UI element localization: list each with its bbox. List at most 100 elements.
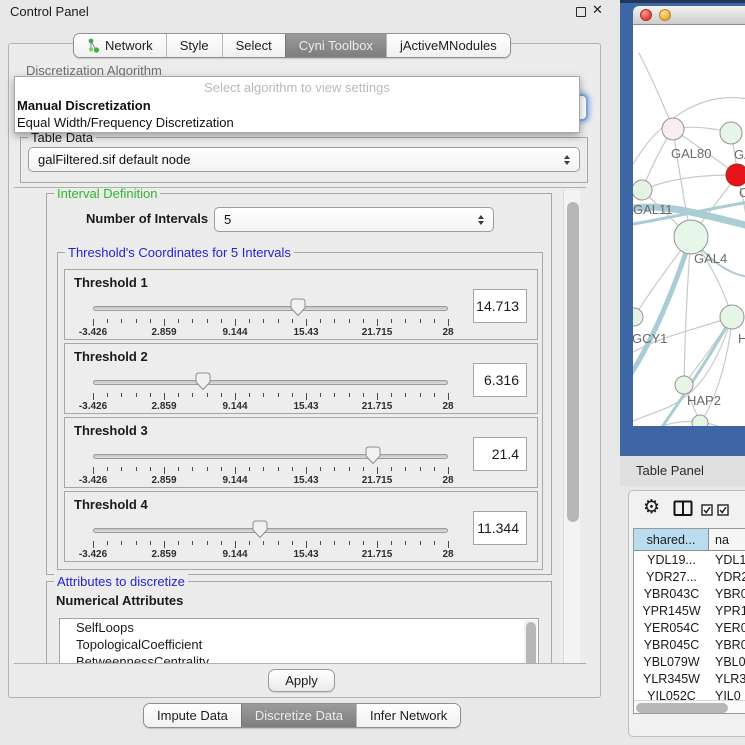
- table-cell[interactable]: YBR0: [709, 636, 745, 653]
- dropdown-item-equal-width-frequency[interactable]: Equal Width/Frequency Discretization: [17, 115, 234, 130]
- table-row[interactable]: YDR27...YDR2: [634, 568, 745, 585]
- table-row[interactable]: YLR345WYLR3: [634, 670, 745, 687]
- threshold-slider[interactable]: -3.4262.8599.14415.4321.71528: [93, 445, 448, 485]
- network-canvas[interactable]: GAL80GACGAL11GAL4GCY1HHAP2: [633, 25, 745, 426]
- tab-label: Style: [180, 38, 209, 53]
- number-of-intervals-combobox[interactable]: 5: [214, 207, 494, 232]
- main-scrollbar[interactable]: [563, 190, 580, 663]
- group-title-attributes: Attributes to discretize: [54, 574, 188, 589]
- node-label-gal4: GAL4: [694, 251, 727, 266]
- threshold-value-field[interactable]: 14.713: [473, 289, 527, 323]
- slider-track: [93, 454, 448, 459]
- tab-style[interactable]: Style: [166, 34, 222, 57]
- network-graph: GAL80GACGAL11GAL4GCY1HHAP2: [633, 25, 745, 426]
- table-row[interactable]: YBR043CYBR0: [634, 585, 745, 602]
- table-cell[interactable]: YDL1: [709, 551, 745, 568]
- gear-icon[interactable]: ⚙: [643, 496, 660, 519]
- tab-select[interactable]: Select: [222, 34, 285, 57]
- table-cell[interactable]: YDR2: [709, 568, 745, 585]
- slider-thumb[interactable]: [252, 520, 268, 539]
- threshold-label: Threshold 3: [74, 423, 148, 438]
- threshold-slider[interactable]: -3.4262.8599.14415.4321.71528: [93, 371, 448, 411]
- table-cell[interactable]: YIL0: [709, 687, 745, 701]
- tab-label: Infer Network: [370, 708, 447, 723]
- attribute-item-topologicalcoefficient[interactable]: TopologicalCoefficient: [60, 636, 538, 653]
- zoom-traffic-light-icon[interactable]: [678, 9, 690, 21]
- table-row[interactable]: YPR145WYPR1: [634, 602, 745, 619]
- bottom-tab-bar: Impute DataDiscretize Data Infer Network: [143, 703, 461, 728]
- table-cell[interactable]: YBR0: [709, 585, 745, 602]
- table-cell[interactable]: YPR145W: [634, 602, 709, 619]
- tab-jactivemnodules[interactable]: jActiveMNodules: [386, 34, 510, 57]
- network-node[interactable]: [720, 305, 744, 329]
- tab-infer-network[interactable]: Infer Network: [356, 704, 460, 727]
- table-cell[interactable]: YDR27...: [634, 568, 709, 585]
- column-layout-icon[interactable]: [673, 500, 693, 517]
- network-node[interactable]: [674, 220, 708, 254]
- tab-cyni-toolbox[interactable]: Cyni Toolbox: [285, 34, 386, 57]
- attribute-item-selfloops[interactable]: SelfLoops: [60, 619, 538, 636]
- table-cell[interactable]: YBL079W: [634, 653, 709, 670]
- table-horizontal-scrollbar[interactable]: [634, 700, 745, 713]
- table-cell[interactable]: YBL0: [709, 653, 745, 670]
- network-node[interactable]: [633, 180, 652, 200]
- table-cell[interactable]: YDL19...: [634, 551, 709, 568]
- table-data-combobox[interactable]: galFiltered.sif default node: [28, 147, 580, 172]
- table-cell[interactable]: YIL052C: [634, 687, 709, 701]
- close-icon[interactable]: ✕: [592, 2, 603, 18]
- group-title-thresholds: Threshold's Coordinates for 5 Intervals: [65, 245, 294, 260]
- table-cell[interactable]: YER0: [709, 619, 745, 636]
- slider-thumb[interactable]: [195, 372, 211, 391]
- attribute-item-betweennesscentrality[interactable]: BetweennessCentrality: [60, 653, 538, 664]
- threshold-label: Threshold 1: [74, 275, 148, 290]
- table-row[interactable]: YBL079WYBL0: [634, 653, 745, 670]
- network-node[interactable]: [692, 415, 708, 426]
- threshold-panel-3: Threshold 3 -3.4262.8599.14415.4321.71528…: [64, 417, 538, 488]
- threshold-slider[interactable]: -3.4262.8599.14415.4321.71528: [93, 297, 448, 337]
- checkbox-checked-icon[interactable]: [717, 504, 729, 516]
- network-node[interactable]: [675, 376, 693, 394]
- network-node[interactable]: [662, 118, 684, 140]
- threshold-label: Threshold 4: [74, 497, 148, 512]
- table-cell[interactable]: YER054C: [634, 619, 709, 636]
- close-traffic-light-icon[interactable]: [640, 9, 652, 21]
- node-label-h: H: [738, 331, 745, 346]
- table-panel-header: Table Panel: [620, 456, 745, 486]
- network-node[interactable]: [720, 122, 742, 144]
- table-row[interactable]: YER054CYER0: [634, 619, 745, 636]
- table-cell[interactable]: YLR3: [709, 670, 745, 687]
- column-header-shared-name[interactable]: shared...: [634, 529, 709, 550]
- network-node[interactable]: [633, 308, 643, 326]
- column-header-name[interactable]: na: [709, 529, 745, 550]
- threshold-value-field[interactable]: 21.4: [473, 437, 527, 471]
- table-cell[interactable]: YBR045C: [634, 636, 709, 653]
- tab-discretize-data[interactable]: Discretize Data: [241, 704, 356, 727]
- checkbox-checked-icon[interactable]: [701, 504, 713, 516]
- tab-label: jActiveMNodules: [400, 38, 497, 53]
- tab-network[interactable]: Network: [74, 34, 166, 57]
- slider-thumb[interactable]: [290, 298, 306, 317]
- threshold-value-field[interactable]: 6.316: [473, 363, 527, 397]
- table-cell[interactable]: YPR1: [709, 602, 745, 619]
- table-row[interactable]: YIL052CYIL0: [634, 687, 745, 701]
- dropdown-hint-item[interactable]: Select algorithm to view settings: [15, 80, 579, 95]
- table-cell[interactable]: YLR345W: [634, 670, 709, 687]
- apply-button[interactable]: Apply: [268, 669, 335, 692]
- table-panel-title: Table Panel: [636, 463, 704, 478]
- dropdown-item-manual-discretization[interactable]: Manual Discretization: [17, 98, 151, 113]
- table-row[interactable]: YDL19...YDL1: [634, 551, 745, 568]
- numerical-attributes-label: Numerical Attributes: [56, 593, 183, 608]
- table-row[interactable]: YBR045CYBR0: [634, 636, 745, 653]
- network-node[interactable]: [726, 164, 745, 186]
- table-cell[interactable]: YBR043C: [634, 585, 709, 602]
- control-panel-titlebar: Control Panel ✕: [0, 0, 620, 24]
- tab-impute-data[interactable]: Impute Data: [144, 704, 241, 727]
- attributes-list: SelfLoopsTopologicalCoefficientBetweenne…: [59, 618, 539, 664]
- threshold-label: Threshold 2: [74, 349, 148, 364]
- float-panel-icon[interactable]: [576, 7, 586, 17]
- minimize-traffic-light-icon[interactable]: [659, 9, 671, 21]
- threshold-slider[interactable]: -3.4262.8599.14415.4321.71528: [93, 519, 448, 559]
- threshold-value-field[interactable]: 11.344: [473, 511, 527, 545]
- slider-thumb[interactable]: [365, 446, 381, 465]
- attributes-scrollbar[interactable]: [524, 620, 537, 664]
